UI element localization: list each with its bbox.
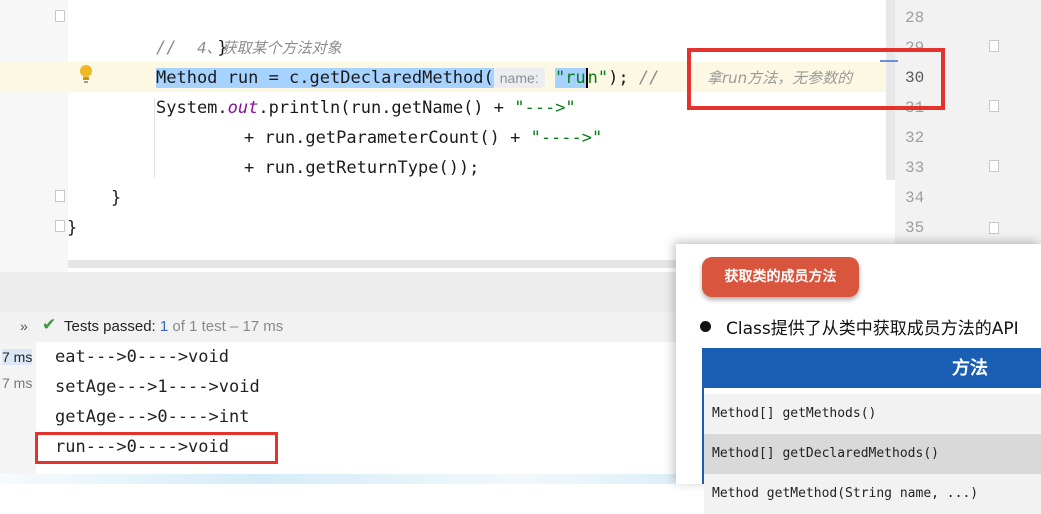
test-timing-gutter: 7 ms 7 ms	[0, 342, 36, 484]
line-number: 28	[905, 9, 925, 27]
code-editor[interactable]: } // 4、获取某个方法对象 Method run = c.getDeclar…	[0, 0, 1041, 272]
api-table-row: Method[] getMethods()	[704, 394, 1041, 434]
annotation-box-comment	[687, 48, 945, 110]
code-line: }	[217, 38, 228, 58]
api-table: 方法 Method[] getMethods() Method[] getDec…	[702, 348, 1041, 514]
console-line: getAge--->0---->int	[55, 407, 250, 427]
fold-icon[interactable]	[989, 40, 999, 52]
slide-bullet-text: Class提供了从类中获取成员方法的API	[726, 319, 1019, 339]
fold-icon[interactable]	[55, 190, 65, 202]
code-line-method-decl: Method run = c.getDeclaredMethod(name: "…	[156, 68, 660, 88]
fold-icon[interactable]	[989, 222, 999, 234]
code-line: }	[67, 218, 78, 238]
fold-icon[interactable]	[989, 100, 999, 112]
indent-guide	[154, 98, 155, 178]
slide-heading: 获取类的成员方法	[702, 257, 859, 297]
code-line: }	[111, 188, 122, 208]
fold-icon[interactable]	[55, 220, 65, 232]
console-line: setAge--->1---->void	[55, 377, 260, 397]
code-line-println: System.out.println(run.getName() + "--->…	[156, 98, 576, 118]
test-duration[interactable]: 7 ms	[2, 375, 32, 391]
bullet-icon	[700, 321, 711, 332]
slide-overlay: 获取类的成员方法 Class提供了从类中获取成员方法的API 方法 Method…	[676, 244, 1041, 514]
console-line: eat--->0---->void	[55, 347, 229, 367]
param-name-hint: name:	[493, 68, 545, 88]
line-number: 33	[905, 159, 925, 177]
annotation-box-output	[35, 432, 278, 464]
api-table-row: Method getMethod(String name, ...)	[704, 474, 1041, 514]
tests-status-text: Tests passed: 1 of 1 test – 17 ms	[64, 318, 284, 335]
expand-chevrons-icon[interactable]: »	[20, 318, 28, 334]
api-table-header: 方法	[704, 350, 1041, 388]
code-line-count: + run.getParameterCount() + "---->"	[244, 128, 603, 148]
test-duration[interactable]: 7 ms	[2, 349, 33, 365]
api-table-row: Method[] getDeclaredMethods()	[704, 434, 1041, 474]
lightbulb-icon[interactable]	[78, 64, 94, 84]
line-number: 34	[905, 189, 925, 207]
check-icon: ✔	[42, 315, 57, 334]
fold-icon[interactable]	[55, 10, 65, 22]
fold-icon[interactable]	[989, 160, 999, 172]
code-line-return: + run.getReturnType());	[244, 158, 480, 178]
line-number: 32	[905, 129, 925, 147]
line-number: 35	[905, 219, 925, 237]
code-comment-line: // 4、获取某个方法对象	[156, 38, 342, 58]
